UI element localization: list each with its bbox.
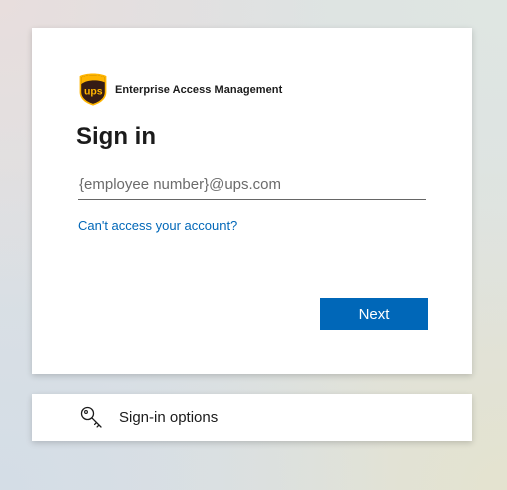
sign-in-card: ups Enterprise Access Management Sign in… xyxy=(32,28,472,374)
ups-logo: ups xyxy=(79,73,107,106)
sign-in-options-button[interactable]: Sign-in options xyxy=(32,394,472,441)
logo-text: ups xyxy=(84,86,103,98)
cant-access-account-link[interactable]: Can't access your account? xyxy=(78,218,237,233)
brand-header: ups Enterprise Access Management xyxy=(79,73,282,106)
sign-in-options-label: Sign-in options xyxy=(119,409,219,426)
page-title: Sign in xyxy=(76,123,156,150)
brand-name: Enterprise Access Management xyxy=(115,83,283,96)
key-icon xyxy=(80,406,102,428)
email-field[interactable] xyxy=(78,170,426,200)
next-button[interactable]: Next xyxy=(320,298,428,330)
